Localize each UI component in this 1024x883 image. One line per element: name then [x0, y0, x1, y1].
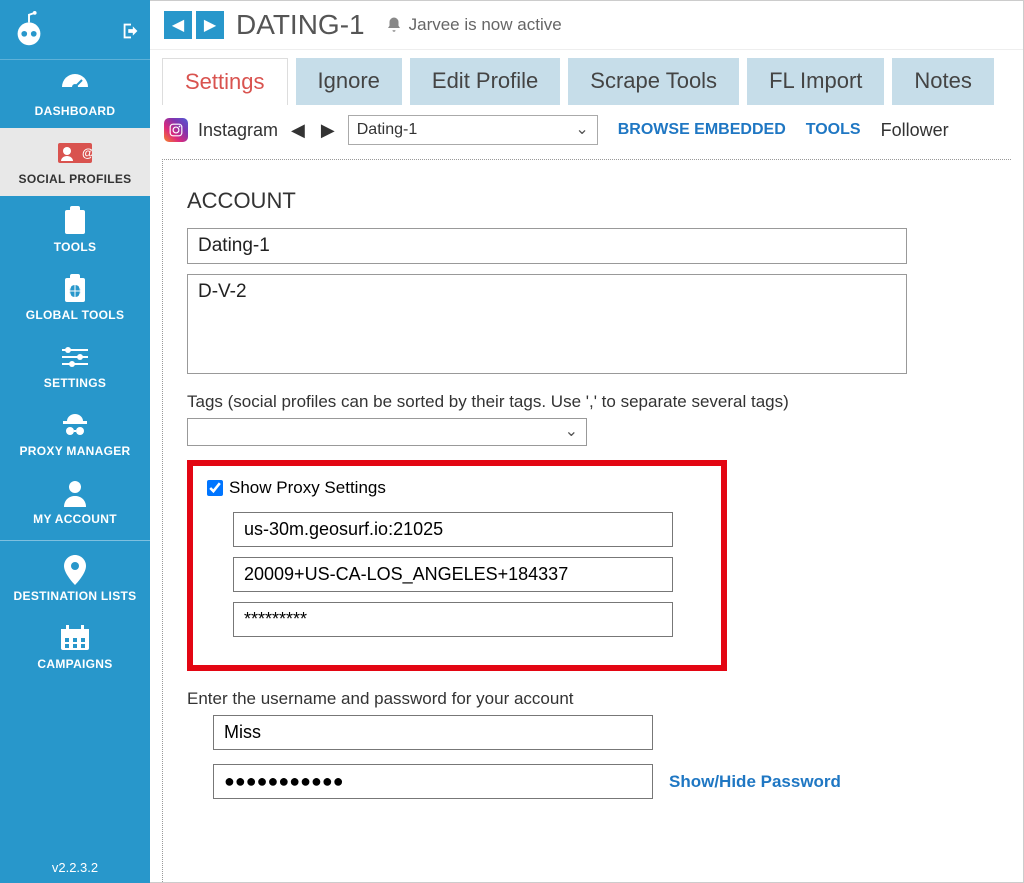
sidebar-item-label: DASHBOARD — [4, 104, 146, 118]
calendar-icon — [4, 623, 146, 653]
page-header: ◀ ▶ DATING-1 Jarvee is now active — [150, 1, 1023, 50]
main-panel: ◀ ▶ DATING-1 Jarvee is now active Settin… — [150, 0, 1024, 883]
sidebar-item-label: PROXY MANAGER — [4, 444, 146, 458]
show-hide-password-link[interactable]: Show/Hide Password — [669, 772, 841, 792]
profile-select-value: Dating-1 — [357, 121, 417, 139]
svg-text:@: @ — [82, 146, 92, 160]
global-clipboard-icon — [4, 274, 146, 304]
sidebar: DASHBOARD @ SOCIAL PROFILES TOOLS GLOBAL… — [0, 0, 150, 883]
proxy-settings-box: Show Proxy Settings — [187, 460, 727, 671]
sidebar-nav: DASHBOARD @ SOCIAL PROFILES TOOLS GLOBAL… — [0, 60, 150, 681]
account-desc-input[interactable] — [187, 274, 907, 374]
bell-icon — [385, 16, 403, 34]
sidebar-item-tools[interactable]: TOOLS — [0, 196, 150, 264]
tab-edit-profile[interactable]: Edit Profile — [410, 58, 560, 105]
sidebar-item-label: CAMPAIGNS — [4, 657, 146, 671]
user-icon — [4, 478, 146, 508]
clipboard-icon — [4, 206, 146, 236]
follower-label: Follower — [881, 120, 949, 141]
profile-select[interactable]: Dating-1 — [348, 115, 598, 145]
tags-select[interactable] — [187, 418, 587, 446]
social-profiles-icon: @ — [4, 138, 146, 168]
sidebar-item-label: DESTINATION LISTS — [4, 589, 146, 603]
sidebar-header — [0, 0, 150, 60]
robot-icon — [10, 11, 48, 49]
tab-scrape-tools[interactable]: Scrape Tools — [568, 58, 739, 105]
tab-ignore[interactable]: Ignore — [296, 58, 402, 105]
page-title: DATING-1 — [236, 9, 365, 41]
content-area: ACCOUNT Tags (social profiles can be sor… — [162, 159, 1011, 882]
proxy-pass-input[interactable] — [233, 602, 673, 637]
sidebar-item-label: SETTINGS — [4, 376, 146, 390]
sidebar-item-social-profiles[interactable]: @ SOCIAL PROFILES — [0, 128, 150, 196]
instagram-icon — [164, 118, 188, 142]
sidebar-item-label: MY ACCOUNT — [4, 512, 146, 526]
sidebar-item-proxy-manager[interactable]: PROXY MANAGER — [0, 400, 150, 468]
username-input[interactable] — [213, 715, 653, 750]
proxy-host-input[interactable] — [233, 512, 673, 547]
dashboard-icon — [4, 70, 146, 100]
sidebar-item-label: TOOLS — [4, 240, 146, 254]
sidebar-item-label: SOCIAL PROFILES — [4, 172, 146, 186]
tab-fl-import[interactable]: FL Import — [747, 58, 884, 105]
profile-subbar: Instagram ◀ ▶ Dating-1 BROWSE EMBEDDED T… — [150, 105, 1023, 155]
sidebar-item-label: GLOBAL TOOLS — [4, 308, 146, 322]
password-input[interactable] — [213, 764, 653, 799]
show-proxy-checkbox[interactable] — [207, 480, 223, 496]
browse-embedded-link[interactable]: BROWSE EMBEDDED — [618, 121, 786, 139]
sliders-icon — [4, 342, 146, 372]
sidebar-item-settings[interactable]: SETTINGS — [0, 332, 150, 400]
version-label: v2.2.3.2 — [0, 852, 150, 883]
sidebar-item-dashboard[interactable]: DASHBOARD — [0, 60, 150, 128]
pin-icon — [4, 555, 146, 585]
account-section-title: ACCOUNT — [187, 188, 987, 214]
anonymous-icon — [4, 410, 146, 440]
tab-notes[interactable]: Notes — [892, 58, 993, 105]
nav-forward-button[interactable]: ▶ — [196, 11, 224, 39]
sidebar-item-destination-lists[interactable]: DESTINATION LISTS — [0, 545, 150, 613]
tools-link[interactable]: TOOLS — [806, 121, 861, 139]
exit-icon[interactable] — [120, 20, 142, 42]
next-profile-button[interactable]: ▶ — [318, 120, 338, 141]
status-text: Jarvee is now active — [409, 15, 562, 35]
sidebar-item-campaigns[interactable]: CAMPAIGNS — [0, 613, 150, 681]
tab-settings[interactable]: Settings — [162, 58, 288, 105]
sidebar-item-global-tools[interactable]: GLOBAL TOOLS — [0, 264, 150, 332]
show-proxy-label: Show Proxy Settings — [229, 478, 386, 498]
sidebar-item-my-account[interactable]: MY ACCOUNT — [0, 468, 150, 536]
prev-profile-button[interactable]: ◀ — [288, 120, 308, 141]
tab-bar: Settings Ignore Edit Profile Scrape Tool… — [150, 50, 1023, 105]
creds-hint: Enter the username and password for your… — [187, 689, 987, 709]
account-name-input[interactable] — [187, 228, 907, 264]
proxy-user-input[interactable] — [233, 557, 673, 592]
tags-hint: Tags (social profiles can be sorted by t… — [187, 392, 987, 412]
nav-back-button[interactable]: ◀ — [164, 11, 192, 39]
platform-label: Instagram — [198, 120, 278, 141]
sidebar-divider — [0, 540, 150, 541]
